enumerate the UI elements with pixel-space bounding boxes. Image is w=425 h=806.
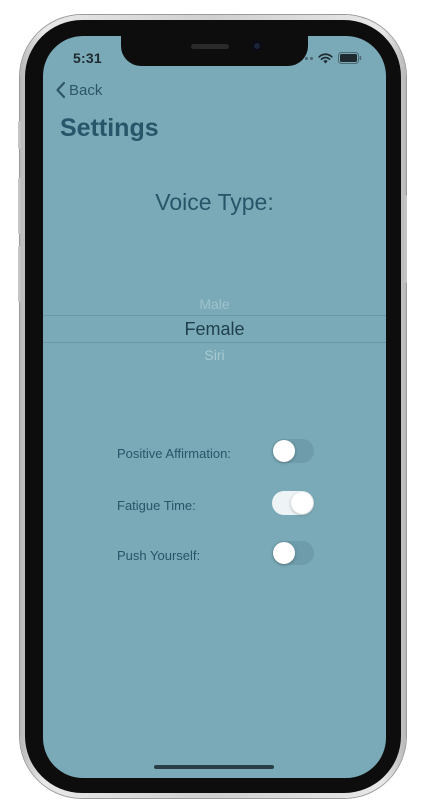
- chevron-left-icon: [56, 81, 66, 99]
- notch: [121, 36, 308, 66]
- voice-type-picker[interactable]: Male Female Siri: [43, 281, 386, 371]
- picker-option-female[interactable]: Female: [43, 319, 386, 340]
- back-button[interactable]: Back: [55, 81, 102, 99]
- voice-type-heading: Voice Type:: [155, 189, 274, 215]
- setting-row-push-yourself: Push Yourself:: [43, 541, 386, 571]
- fatigue-time-toggle[interactable]: [272, 491, 314, 515]
- picker-option-siri[interactable]: Siri: [43, 347, 386, 363]
- page-title: Settings: [60, 114, 159, 142]
- wifi-icon: [318, 52, 333, 63]
- picker-selection-top-line: [43, 315, 386, 316]
- setting-row-positive-affirmation: Positive Affirmation:: [43, 439, 386, 469]
- setting-label: Fatigue Time:: [117, 498, 196, 513]
- front-camera: [252, 41, 262, 51]
- volume-up-button: [18, 178, 21, 234]
- setting-row-fatigue-time: Fatigue Time:: [43, 491, 386, 521]
- toggle-knob: [273, 440, 295, 462]
- toggle-knob: [273, 542, 295, 564]
- toggle-knob: [291, 492, 313, 514]
- picker-option-male[interactable]: Male: [43, 296, 386, 312]
- back-label: Back: [69, 81, 103, 99]
- setting-label: Push Yourself:: [117, 548, 201, 563]
- volume-down-button: [18, 246, 21, 302]
- battery-icon: [338, 52, 362, 64]
- app-screen: 5:31 Back Settings Voice Type: Male Fema…: [43, 36, 386, 778]
- speaker-grille: [191, 44, 229, 49]
- home-indicator[interactable]: [154, 765, 274, 769]
- setting-label: Positive Affirmation:: [117, 446, 231, 461]
- picker-selection-bottom-line: [43, 342, 386, 343]
- status-time: 5:31: [73, 50, 102, 66]
- power-button: [404, 195, 407, 283]
- push-yourself-toggle[interactable]: [272, 541, 314, 565]
- silent-switch: [18, 121, 21, 149]
- positive-affirmation-toggle[interactable]: [272, 439, 314, 463]
